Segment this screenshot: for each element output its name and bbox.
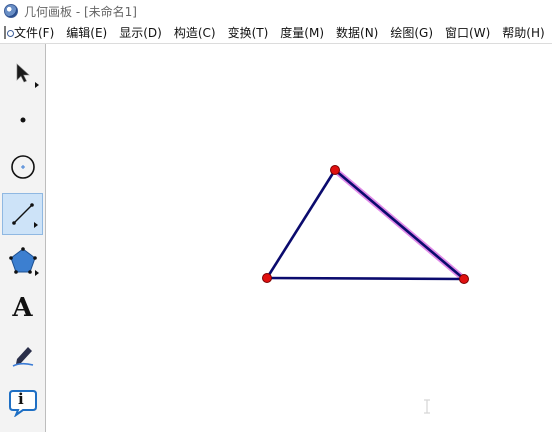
pointer-cursor-icon bbox=[424, 399, 430, 414]
polygon-tool[interactable] bbox=[2, 240, 43, 282]
straightedge-tool-icon bbox=[11, 203, 34, 225]
document-icon[interactable] bbox=[4, 26, 14, 39]
polygon-tool-icon bbox=[8, 247, 37, 274]
window-title: 几何画板 - [未命名1] bbox=[24, 4, 137, 19]
segment-left-right[interactable] bbox=[266, 276, 465, 281]
marker-tool-icon bbox=[12, 347, 33, 367]
menu-construct[interactable]: 构造(C) bbox=[174, 24, 216, 41]
app-logo-icon bbox=[4, 4, 18, 18]
information-tool[interactable]: i bbox=[2, 381, 43, 423]
menu-bar: 文件(F) 编辑(E) 显示(D) 构造(C) 变换(T) 度量(M) 数据(N… bbox=[0, 22, 552, 44]
toolbox: A i bbox=[0, 44, 46, 432]
sketch-canvas[interactable] bbox=[47, 44, 552, 432]
tool-submenu-arrow-icon bbox=[34, 222, 38, 228]
menu-transform[interactable]: 变换(T) bbox=[228, 24, 269, 41]
menu-display[interactable]: 显示(D) bbox=[119, 24, 162, 41]
selection-arrow-tool[interactable] bbox=[2, 52, 43, 94]
selection-arrow-icon bbox=[16, 63, 30, 83]
information-tool-label: i bbox=[18, 390, 24, 408]
menu-help[interactable]: 帮助(H) bbox=[502, 24, 544, 41]
geometry-sketch bbox=[262, 165, 469, 284]
menu-file[interactable]: 文件(F) bbox=[14, 24, 54, 41]
tool-submenu-arrow-icon bbox=[35, 270, 39, 276]
menu-edit[interactable]: 编辑(E) bbox=[66, 24, 107, 41]
menu-data[interactable]: 数据(N) bbox=[336, 24, 378, 41]
compass-tool[interactable] bbox=[2, 146, 43, 188]
menu-graph[interactable]: 绘图(G) bbox=[390, 24, 433, 41]
straightedge-tool[interactable] bbox=[2, 193, 43, 235]
tool-submenu-arrow-icon bbox=[35, 82, 39, 88]
marker-tool[interactable] bbox=[2, 334, 43, 376]
point-tool[interactable] bbox=[2, 99, 43, 141]
point-tool-icon bbox=[20, 117, 25, 123]
point-left[interactable] bbox=[262, 273, 272, 283]
text-tool[interactable]: A bbox=[2, 287, 43, 329]
segment-top-left[interactable] bbox=[265, 169, 337, 279]
title-bar: 几何画板 - [未命名1] bbox=[0, 0, 552, 22]
text-tool-icon: A bbox=[12, 293, 33, 323]
segment-top-right[interactable] bbox=[334, 169, 465, 280]
compass-tool-icon bbox=[10, 155, 35, 179]
point-right[interactable] bbox=[459, 274, 469, 284]
point-top[interactable] bbox=[330, 165, 340, 175]
menu-measure[interactable]: 度量(M) bbox=[280, 24, 324, 41]
menu-window[interactable]: 窗口(W) bbox=[445, 24, 490, 41]
